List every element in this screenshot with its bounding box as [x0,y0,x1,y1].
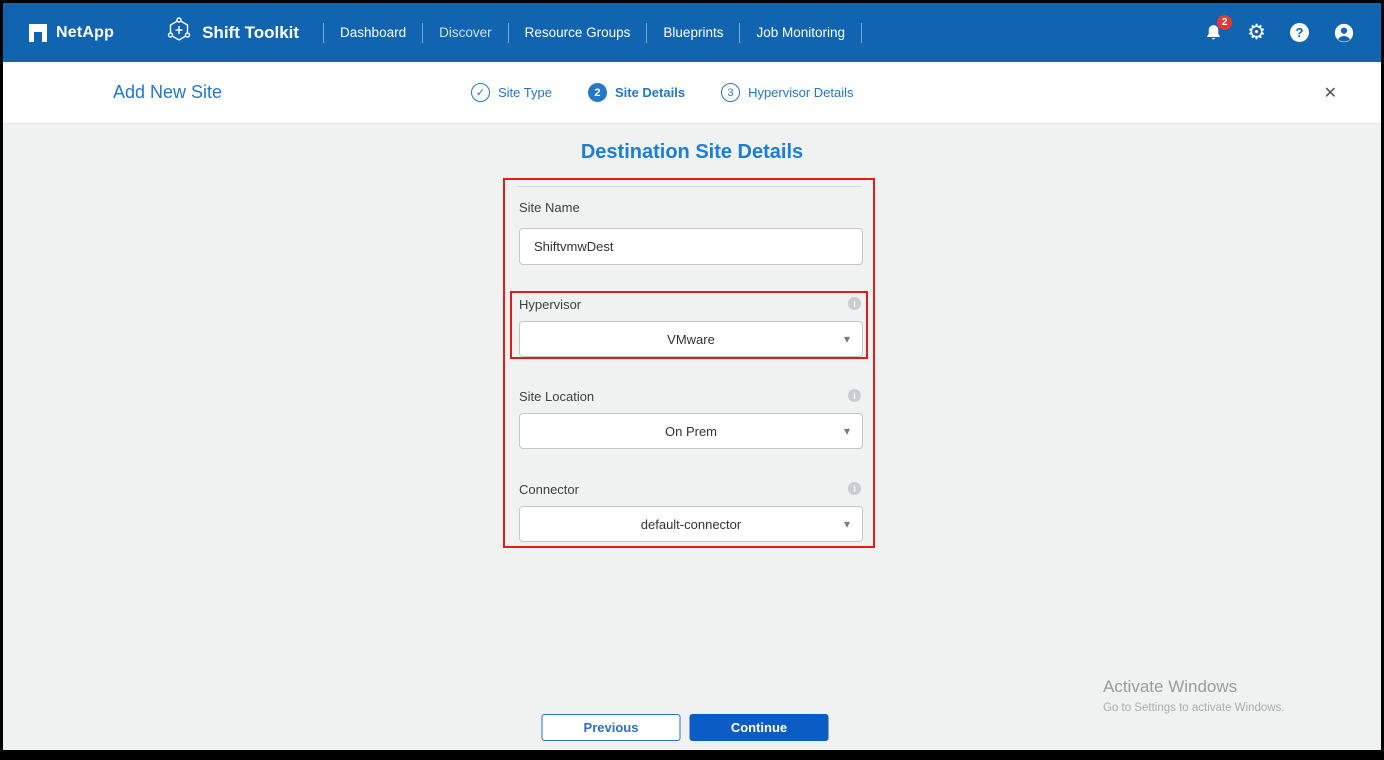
wizard-footer: Previous Continue [541,714,829,741]
step-label: Site Type [498,85,552,100]
navbar-actions: 2 ⚙ ? [1204,14,1355,44]
step-site-type[interactable]: ✓ Site Type [471,83,552,102]
shift-toolkit-label: Shift Toolkit [202,22,300,42]
step-site-details[interactable]: 2 Site Details [587,83,686,102]
user-account-icon[interactable] [1333,22,1355,44]
nav-item-discover[interactable]: Discover [423,25,508,40]
site-name-input[interactable] [519,228,863,265]
netapp-logo-icon [29,23,47,42]
wizard-stepper: ✓ Site Type 2 Site Details 3 Hypervisor … [471,83,854,102]
watermark-title: Activate Windows [1103,677,1238,696]
form-annotation-rectangle: Site Name Hypervisor i VMware ▾ Site Loc… [503,178,875,548]
step-label: Site Details [614,85,686,100]
activate-windows-watermark: Activate Windows Go to Settings to activ… [1103,677,1285,714]
nav-item-job-monitoring[interactable]: Job Monitoring [740,25,861,40]
connector-select[interactable]: default-connector ▾ [519,506,863,542]
site-location-info-icon[interactable]: i [848,389,861,402]
watermark-subtitle: Go to Settings to activate Windows. [1103,702,1285,714]
step-number: 3 [721,83,741,102]
nav-item-blueprints[interactable]: Blueprints [647,25,739,40]
netapp-brand: NetApp [29,23,115,42]
chevron-down-icon: ▾ [843,424,850,438]
main-nav: Dashboard Discover Resource Groups Bluep… [324,22,863,43]
connector-selected-value: default-connector [640,516,742,532]
nav-divider [861,22,863,43]
continue-button[interactable]: Continue [689,714,829,741]
step-label: Hypervisor Details [748,85,854,100]
app-window: NetApp Shift Toolkit Dashboard Discover [0,0,1384,760]
step-done-check-icon: ✓ [471,83,490,102]
form-top-divider [517,186,861,187]
hypervisor-selected-value: VMware [667,331,715,347]
chevron-down-icon: ▾ [843,332,850,346]
help-icon[interactable]: ? [1290,23,1309,42]
step-hypervisor-details[interactable]: 3 Hypervisor Details [721,83,854,102]
shift-toolkit-brand: Shift Toolkit [166,17,299,48]
step-number: 2 [587,83,607,102]
netapp-brand-label: NetApp [56,23,115,41]
top-navbar: NetApp Shift Toolkit Dashboard Discover [3,3,1381,62]
form-title: Destination Site Details [580,141,804,163]
connector-label: Connector [519,482,579,497]
previous-button[interactable]: Previous [541,714,681,741]
wizard-header: Add New Site ✓ Site Type 2 Site Details … [3,62,1381,124]
hypervisor-label: Hypervisor [519,297,582,312]
close-icon[interactable]: ✕ [1324,83,1337,103]
chevron-down-icon: ▾ [843,517,850,531]
main-content: Destination Site Details Site Name Hyper… [3,124,1381,747]
site-name-label: Site Name [519,200,580,215]
site-location-select[interactable]: On Prem ▾ [519,413,863,449]
settings-gear-icon[interactable]: ⚙ [1247,22,1266,43]
shift-toolkit-icon [166,17,192,48]
notification-badge: 2 [1217,14,1233,30]
site-location-label: Site Location [519,389,595,404]
connector-info-icon[interactable]: i [848,482,861,495]
nav-item-resource-groups[interactable]: Resource Groups [509,25,647,40]
site-location-selected-value: On Prem [664,423,717,439]
page-title: Add New Site [113,82,223,102]
nav-item-dashboard[interactable]: Dashboard [324,25,422,40]
notifications-bell-icon[interactable]: 2 [1204,14,1233,43]
hypervisor-select[interactable]: VMware ▾ [519,321,863,357]
hypervisor-info-icon[interactable]: i [848,297,861,310]
